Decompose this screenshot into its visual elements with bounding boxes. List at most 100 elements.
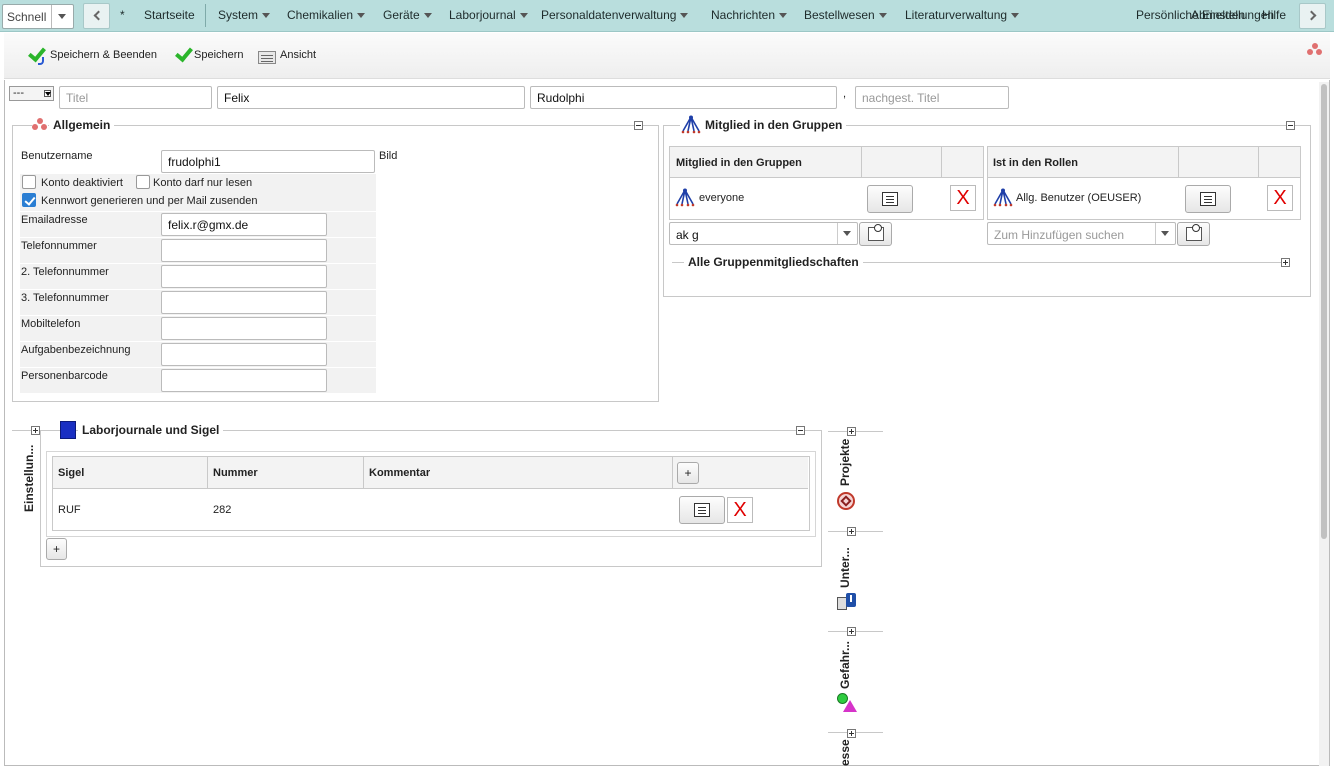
task-input[interactable] xyxy=(161,343,327,366)
chevron-right-icon xyxy=(1306,10,1317,21)
account-deactivated-checkbox[interactable] xyxy=(22,175,36,189)
quick-search-select[interactable]: Schnell xyxy=(2,4,74,29)
collapse-general-button[interactable] xyxy=(634,121,643,130)
read-only-checkbox[interactable] xyxy=(136,175,150,189)
remove-role-button[interactable]: X xyxy=(1267,185,1293,211)
menu-item-abmelden[interactable]: Abmelden xyxy=(1191,8,1245,22)
expand-substitutes-button[interactable] xyxy=(847,527,856,536)
group-name: everyone xyxy=(699,192,745,204)
chevron-down-icon xyxy=(680,13,689,19)
phone2-input[interactable] xyxy=(161,265,327,288)
save-and-close-button-icon[interactable] xyxy=(26,43,48,67)
expand-hazards-button[interactable] xyxy=(847,627,856,636)
users-group-icon xyxy=(32,117,48,131)
remove-lab-journal-button[interactable]: X xyxy=(727,497,753,523)
phone2-label: 2. Telefonnummer xyxy=(21,266,109,278)
number-column-header: Nummer xyxy=(213,467,258,479)
menu-item-hilfe[interactable]: Hilfe xyxy=(1262,8,1286,22)
menu-item-label: Nachrichten xyxy=(711,8,776,22)
substitutes-tab-label[interactable]: Unter... xyxy=(838,547,852,588)
menu-item-bestellwesen[interactable]: Bestellwesen xyxy=(804,8,887,22)
salutation-value: --- xyxy=(13,87,24,99)
settings-tab-label[interactable]: Einstellun... xyxy=(22,445,36,512)
menu-item-system[interactable]: System xyxy=(218,8,271,22)
expand-settings-button[interactable] xyxy=(31,426,40,435)
chevron-down-icon xyxy=(1011,13,1020,19)
expand-projects-button[interactable] xyxy=(847,427,856,436)
group-tree-icon xyxy=(680,115,702,135)
barcode-input[interactable] xyxy=(161,369,327,392)
hazards-tab-label[interactable]: Gefahr... xyxy=(838,641,852,689)
phone3-input[interactable] xyxy=(161,291,327,314)
projects-tab-label[interactable]: Projekte xyxy=(838,439,852,486)
menu-item-chemikalien[interactable]: Chemikalien xyxy=(287,8,366,22)
group-search-combo[interactable]: ak g xyxy=(669,222,858,245)
post-nominal-title-input[interactable] xyxy=(855,86,1009,109)
chevron-down-icon[interactable] xyxy=(51,5,73,28)
collapse-lab-journals-button[interactable] xyxy=(796,426,805,435)
menu-item-geräte[interactable]: Geräte xyxy=(383,8,432,22)
chevron-down-icon[interactable] xyxy=(837,223,857,244)
mobile-input[interactable] xyxy=(161,317,327,340)
role-search-combo[interactable]: Zum Hinzufügen suchen xyxy=(987,222,1176,245)
chevron-down-icon xyxy=(357,13,366,19)
group-tree-icon xyxy=(674,188,696,208)
phone-input[interactable] xyxy=(161,239,327,262)
scrollbar-thumb[interactable] xyxy=(1321,84,1327,539)
menu-item-favorites[interactable]: * xyxy=(120,8,125,22)
last-name-input[interactable] xyxy=(530,86,837,109)
menu-item-nachrichten[interactable]: Nachrichten xyxy=(711,8,788,22)
account-deactivated-label: Konto deaktiviert xyxy=(41,177,123,189)
save-button-icon[interactable] xyxy=(174,43,194,67)
title-input[interactable] xyxy=(59,86,212,109)
lab-journals-legend: Laborjournale und Sigel xyxy=(78,423,224,437)
phone3-label: 3. Telefonnummer xyxy=(21,292,109,304)
name-separator: , xyxy=(843,88,847,100)
add-group-search-button[interactable] xyxy=(859,222,892,246)
generate-password-checkbox[interactable] xyxy=(22,193,36,207)
add-lab-journal-row-button[interactable]: + xyxy=(677,462,699,484)
group-search-value: ak g xyxy=(676,228,699,242)
chevron-down-icon[interactable] xyxy=(44,90,51,97)
menu-item-label: Literaturverwaltung xyxy=(905,8,1008,22)
expand-all-memberships-button[interactable] xyxy=(1281,258,1290,267)
edit-lab-journal-button[interactable] xyxy=(679,496,725,524)
email-input[interactable] xyxy=(161,213,327,236)
users-group-icon[interactable] xyxy=(1307,43,1323,57)
remove-group-button[interactable]: X xyxy=(950,185,976,211)
chevron-down-icon xyxy=(262,13,271,19)
menu-item-startseite[interactable]: Startseite xyxy=(144,8,195,22)
add-lab-journal-button[interactable]: + xyxy=(46,538,67,560)
role-name: Allg. Benutzer (OEUSER) xyxy=(1016,192,1142,204)
menu-item-label: Personaldatenverwaltung xyxy=(541,8,677,22)
read-only-label: Konto darf nur lesen xyxy=(153,177,253,189)
email-label: Emailadresse xyxy=(21,214,88,226)
salutation-select[interactable]: --- xyxy=(9,86,54,101)
edit-role-button[interactable] xyxy=(1185,185,1231,213)
save-button[interactable]: Speichern xyxy=(194,49,244,61)
phone-label: Telefonnummer xyxy=(21,240,97,252)
roles-column-header: Ist in den Rollen xyxy=(993,157,1078,169)
menu-item-laborjournal[interactable]: Laborjournal xyxy=(449,8,528,22)
grid-divider xyxy=(941,147,942,178)
interests-tab-label[interactable]: esse xyxy=(838,739,852,766)
scroll-menu-right-button[interactable] xyxy=(1299,3,1326,29)
general-legend: Allgemein xyxy=(49,118,115,132)
expand-interests-button[interactable] xyxy=(847,729,856,738)
menu-item-literaturverwaltung[interactable]: Literaturverwaltung xyxy=(905,8,1020,22)
scroll-menu-left-button[interactable] xyxy=(83,3,110,29)
chevron-left-icon xyxy=(93,10,104,21)
menu-separator xyxy=(205,4,206,27)
add-role-search-button[interactable] xyxy=(1177,222,1210,246)
view-button[interactable]: Ansicht xyxy=(280,49,316,61)
menu-item-label: Hilfe xyxy=(1262,8,1287,22)
menu-item-personaldatenverwaltung[interactable]: Personaldatenverwaltung xyxy=(541,8,689,22)
save-and-close-button[interactable]: Speichern & Beenden xyxy=(50,49,157,61)
number-cell: 282 xyxy=(213,504,232,516)
first-name-input[interactable] xyxy=(217,86,525,109)
view-icon[interactable] xyxy=(258,51,276,64)
username-input[interactable] xyxy=(161,150,375,173)
edit-group-button[interactable] xyxy=(867,185,913,213)
collapse-groups-button[interactable] xyxy=(1286,121,1295,130)
chevron-down-icon[interactable] xyxy=(1155,223,1175,244)
